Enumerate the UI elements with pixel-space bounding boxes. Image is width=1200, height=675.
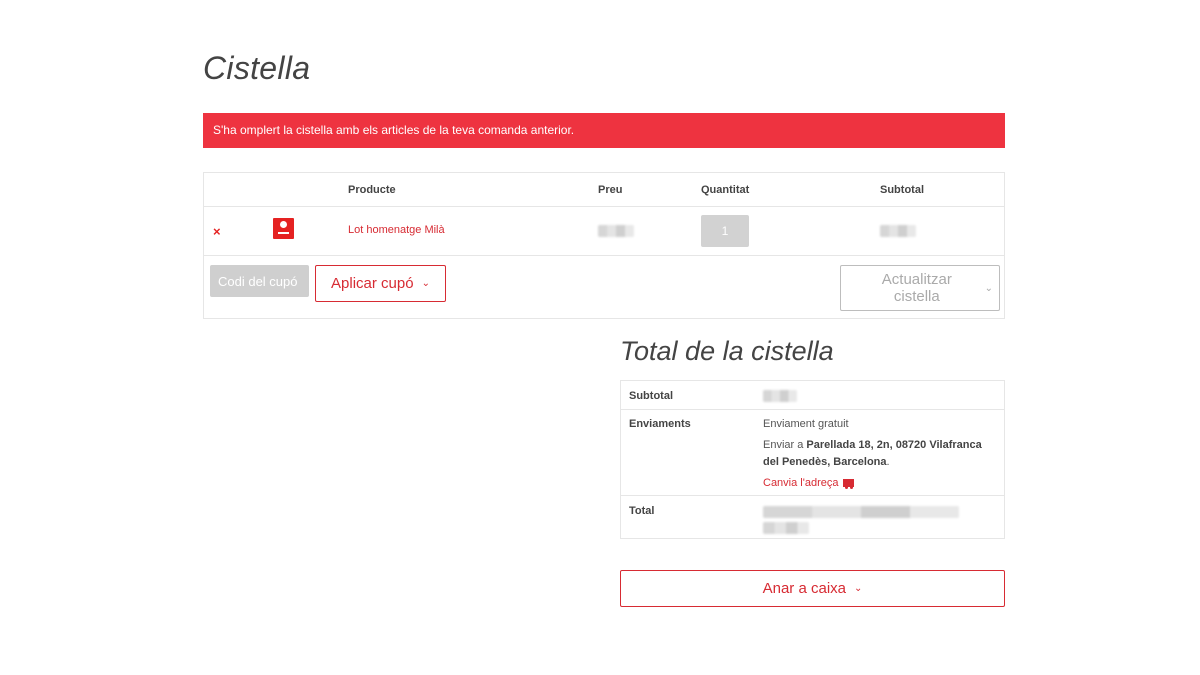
ship-to-prefix: Enviar a xyxy=(763,439,807,451)
subtotal-value-redacted xyxy=(763,390,797,402)
update-cart-button[interactable]: Actualitzar cistella ⌄ xyxy=(840,265,1000,311)
cart-notice: S'ha omplert la cistella amb els article… xyxy=(203,113,1005,148)
totals-row-subtotal: Subtotal xyxy=(621,381,1004,410)
cart-totals-title: Total de la cistella xyxy=(620,336,834,366)
cart-totals-table: Subtotal Enviaments Enviament gratuit En… xyxy=(620,380,1005,539)
shipping-destination: Enviar a Parellada 18, 2n, 08720 Vilafra… xyxy=(763,437,993,471)
apply-coupon-button[interactable]: Aplicar cupó ⌄ xyxy=(315,265,446,302)
update-cart-label: Actualitzar cistella xyxy=(881,271,952,305)
table-row: × Lot homenatge Milà xyxy=(204,207,1004,256)
chevron-down-icon: ⌄ xyxy=(854,583,863,594)
change-address-wrap: Canvia l'adreça xyxy=(763,475,993,492)
notice-text: S'ha omplert la cistella amb els article… xyxy=(213,123,575,137)
shipping-details: Enviament gratuit Enviar a Parellada 18,… xyxy=(763,416,993,492)
header-price: Preu xyxy=(598,184,623,196)
total-value-redacted xyxy=(763,506,959,518)
shipping-label: Enviaments xyxy=(629,418,691,430)
page-title: Cistella xyxy=(203,50,311,86)
subtotal-label: Subtotal xyxy=(629,390,673,402)
header-quantity: Quantitat xyxy=(701,184,750,196)
truck-icon xyxy=(843,479,855,489)
checkout-label: Anar a caixa xyxy=(762,580,846,597)
totals-row-shipping: Enviaments Enviament gratuit Enviar a Pa… xyxy=(621,410,1004,496)
quantity-input[interactable] xyxy=(701,215,749,247)
change-address-link[interactable]: Canvia l'adreça xyxy=(763,477,838,489)
header-product: Producte xyxy=(348,184,396,196)
totals-row-total: Total xyxy=(621,496,1004,540)
total-tax-redacted xyxy=(763,522,809,534)
product-name-link[interactable]: Lot homenatge Milà xyxy=(348,224,445,236)
chevron-down-icon: ⌄ xyxy=(421,278,430,289)
apply-coupon-label: Aplicar cupó xyxy=(331,275,414,292)
cart-table: Producte Preu Quantitat Subtotal × Lot h… xyxy=(203,172,1005,319)
ship-to-suffix: . xyxy=(886,456,890,468)
total-label: Total xyxy=(629,505,655,517)
chevron-down-icon: ⌄ xyxy=(984,282,993,294)
proceed-to-checkout-button[interactable]: Anar a caixa ⌄ xyxy=(620,570,1005,607)
coupon-code-input[interactable] xyxy=(210,265,309,297)
product-thumbnail[interactable] xyxy=(273,218,294,239)
subtotal-redacted xyxy=(880,225,916,237)
remove-icon[interactable]: × xyxy=(213,224,221,239)
cart-table-header: Producte Preu Quantitat Subtotal xyxy=(204,173,1004,207)
header-subtotal: Subtotal xyxy=(880,184,924,196)
shipping-method: Enviament gratuit xyxy=(763,418,849,430)
price-redacted xyxy=(598,225,634,237)
